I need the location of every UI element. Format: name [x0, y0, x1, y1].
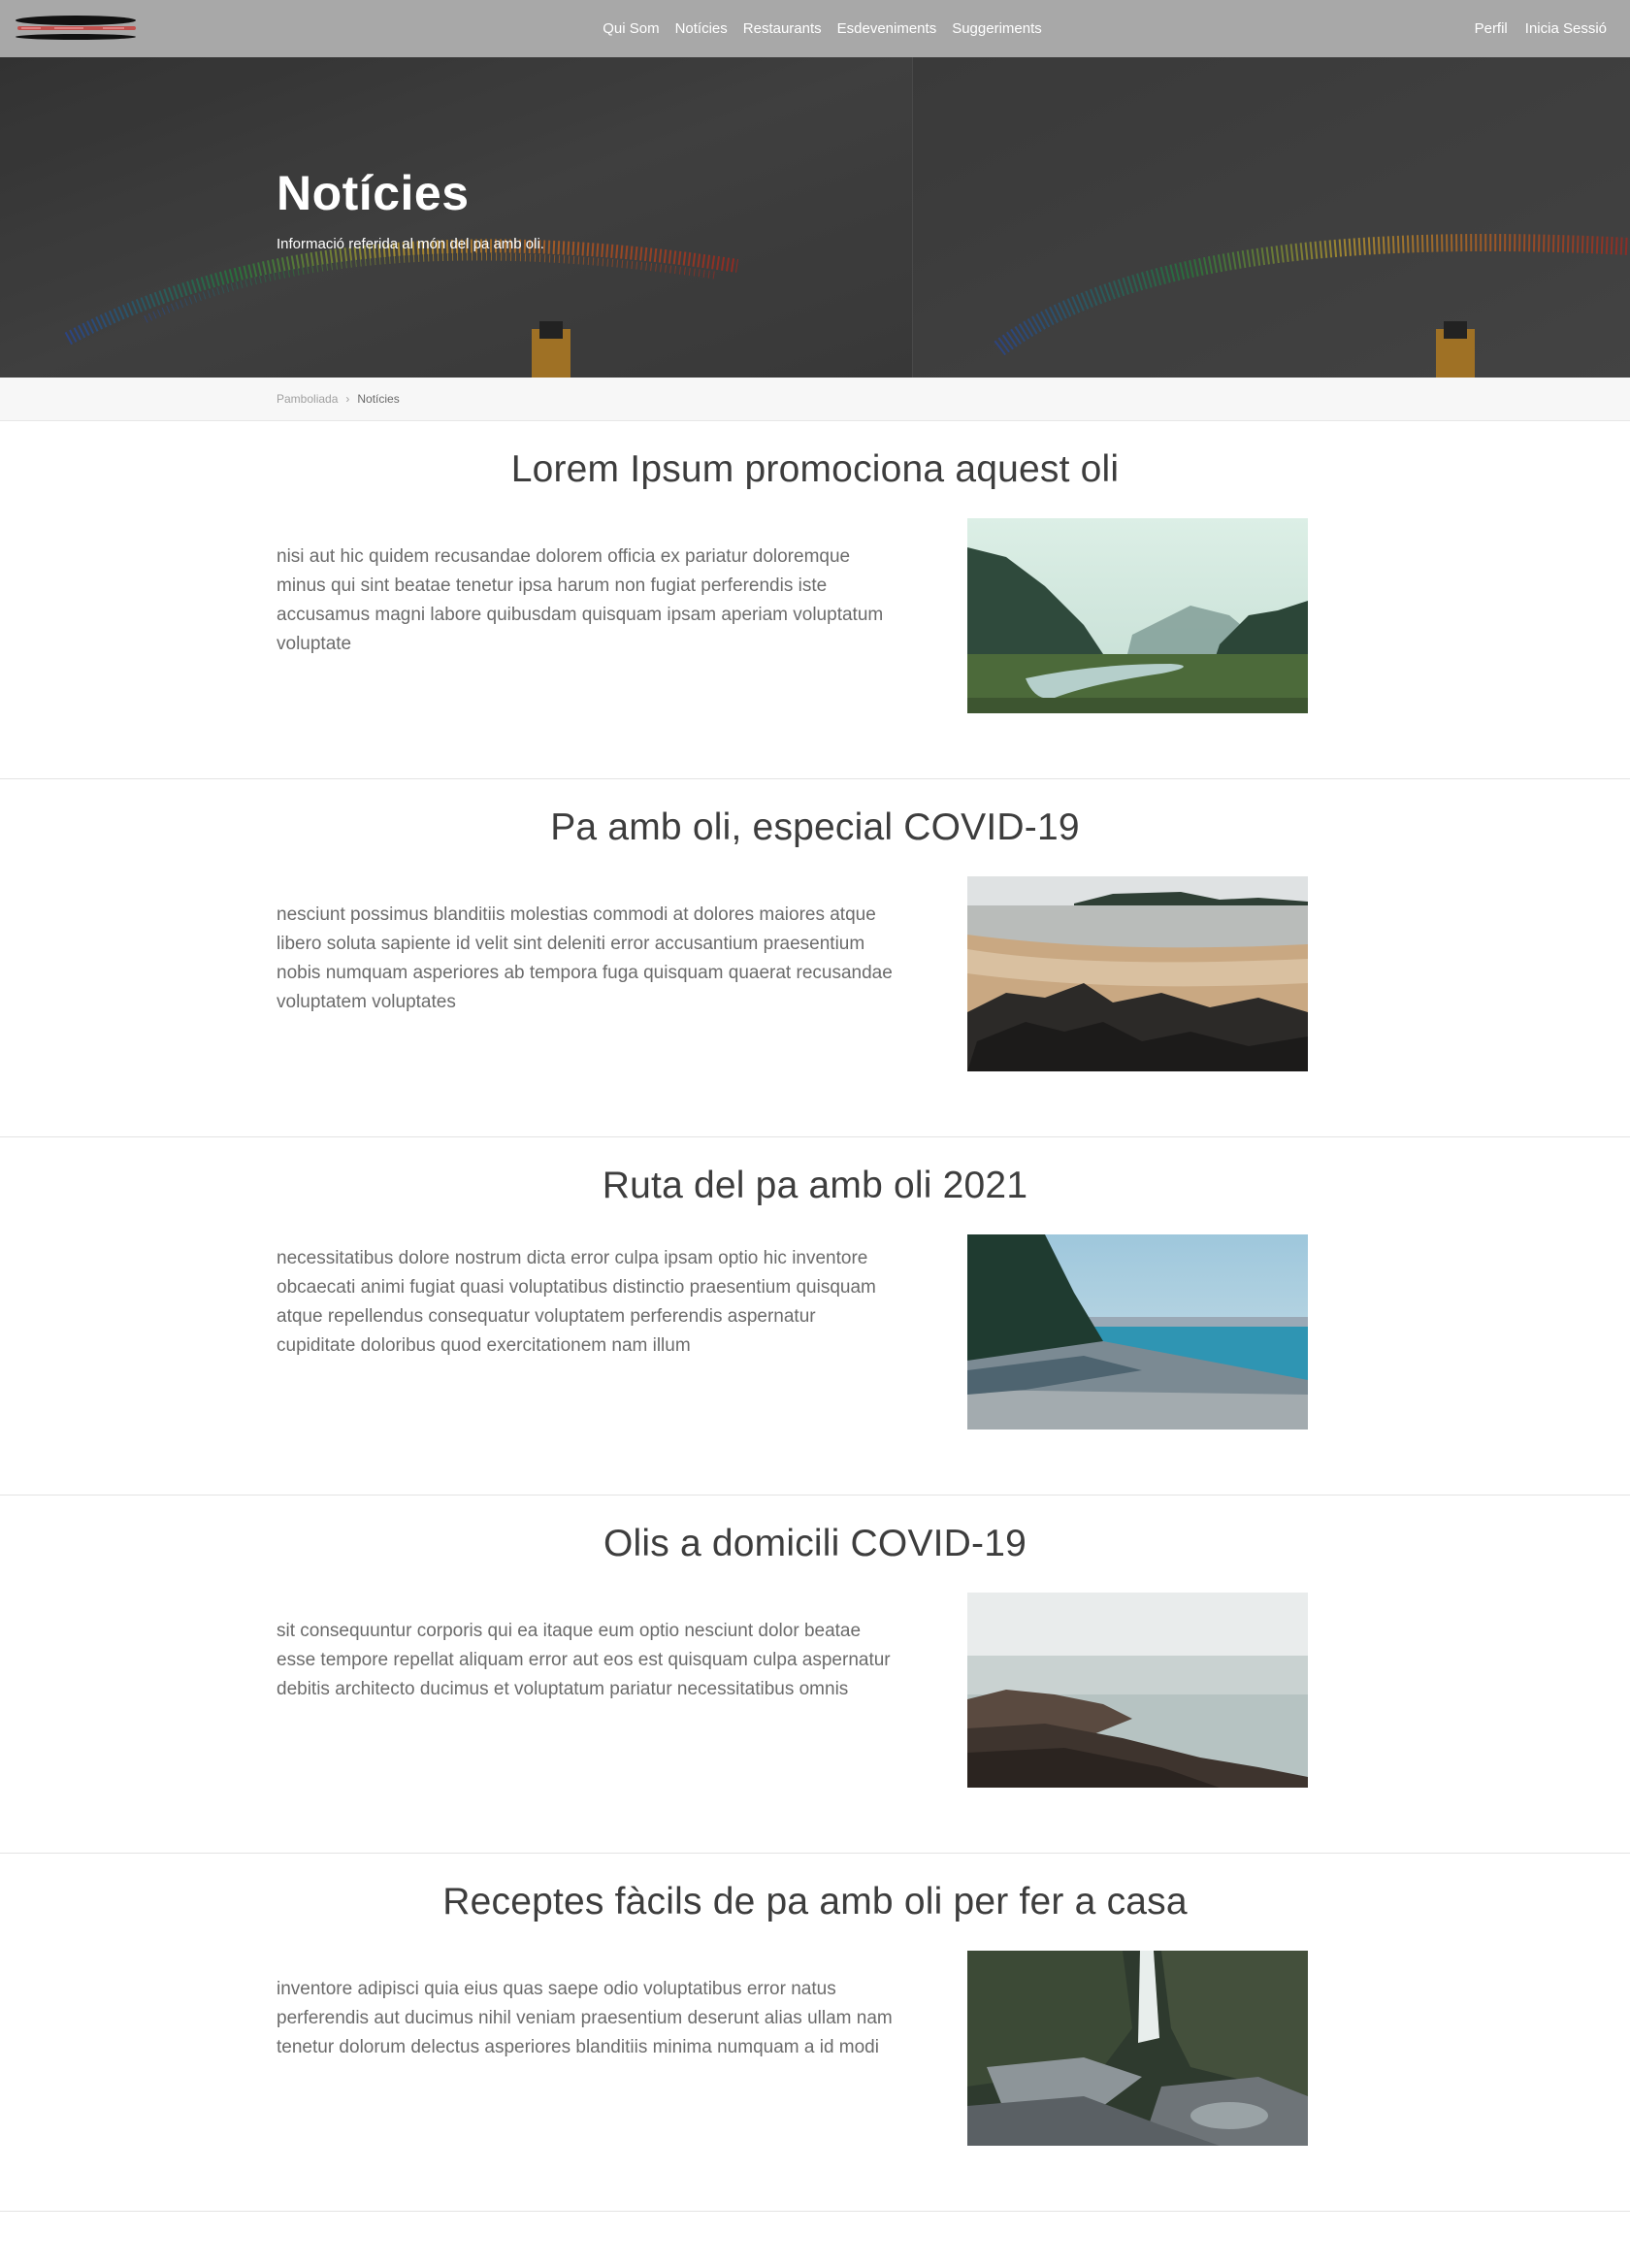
news-article: Lorem Ipsum promociona aquest oli nisi a…: [0, 421, 1630, 779]
article-title[interactable]: Pa amb oli, especial COVID-19: [0, 806, 1630, 849]
nav-esdeveniments[interactable]: Esdeveniments: [837, 20, 937, 37]
news-article: Pa amb oli, especial COVID-19 nesciunt p…: [0, 779, 1630, 1137]
article-image-rocky-sea[interactable]: [967, 1593, 1308, 1788]
nav-noticies[interactable]: Notícies: [675, 20, 728, 37]
breadcrumb-separator: ›: [345, 392, 350, 406]
top-navbar: Qui Som Notícies Restaurants Esdevenimen…: [0, 0, 1630, 57]
article-excerpt: sit consequuntur corporis qui ea itaque …: [277, 1621, 891, 1699]
breadcrumb-current: Notícies: [357, 392, 400, 406]
article-image-forest-valley[interactable]: [967, 518, 1308, 713]
breadcrumb-home-link[interactable]: Pamboliada: [277, 392, 338, 406]
article-excerpt: necessitatibus dolore nostrum dicta erro…: [277, 1248, 876, 1356]
article-title[interactable]: Olis a domicili COVID-19: [0, 1523, 1630, 1565]
article-title[interactable]: Receptes fàcils de pa amb oli per fer a …: [0, 1881, 1630, 1923]
article-excerpt: nisi aut hic quidem recusandae dolorem o…: [277, 546, 884, 654]
hero-overlay: [0, 57, 1630, 378]
breadcrumb-bar: Pamboliada › Notícies: [0, 378, 1630, 421]
article-image-beach-rocks[interactable]: [967, 876, 1308, 1071]
article-title[interactable]: Ruta del pa amb oli 2021: [0, 1165, 1630, 1207]
news-article: Receptes fàcils de pa amb oli per fer a …: [0, 1854, 1630, 2212]
article-image-waterfall-canyon[interactable]: [967, 1951, 1308, 2146]
article-image-pebble-shore[interactable]: [967, 1234, 1308, 1430]
page-title: Notícies: [277, 166, 470, 220]
nav-restaurants[interactable]: Restaurants: [743, 20, 822, 37]
nav-suggeriments[interactable]: Suggeriments: [952, 20, 1042, 37]
article-excerpt: inventore adipisci quia eius quas saepe …: [277, 1979, 893, 2057]
news-article: Ruta del pa amb oli 2021 necessitatibus …: [0, 1137, 1630, 1496]
article-excerpt: nesciunt possimus blanditiis molestias c…: [277, 904, 893, 1012]
breadcrumb: Pamboliada › Notícies: [277, 378, 400, 420]
nav-perfil[interactable]: Perfil: [1475, 20, 1508, 37]
news-article: Olis a domicili COVID-19 sit consequuntu…: [0, 1496, 1630, 1854]
nav-inicia-sessio[interactable]: Inicia Sessió: [1525, 20, 1607, 37]
nav-qui-som[interactable]: Qui Som: [603, 20, 659, 37]
site-logo[interactable]: [16, 14, 140, 45]
hero-banner: Notícies Informació referida al món del …: [0, 57, 1630, 378]
page-subtitle: Informació referida al món del pa amb ol…: [277, 236, 544, 252]
article-title[interactable]: Lorem Ipsum promociona aquest oli: [0, 448, 1630, 491]
